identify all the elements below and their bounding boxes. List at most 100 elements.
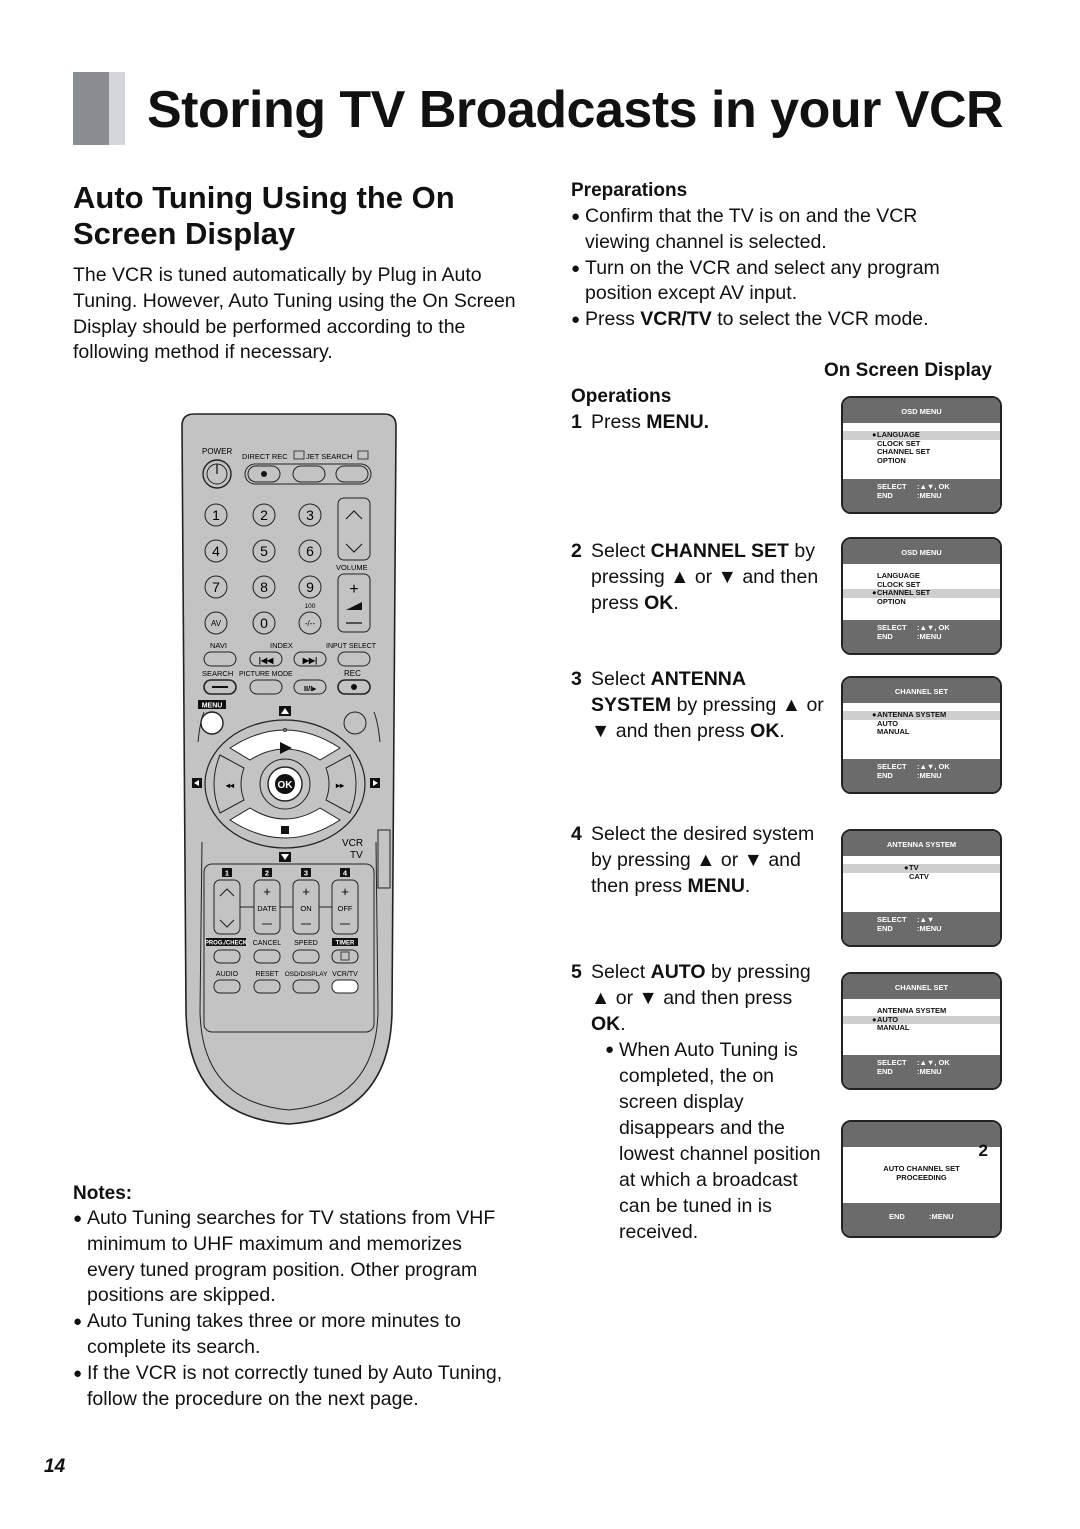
- step-5: 5 Select AUTO by pressing ▲ or ▼ and then…: [571, 959, 826, 1245]
- step-text-run: Select: [591, 540, 651, 562]
- bullet-icon: ●: [73, 1313, 83, 1331]
- index-label: INDEX: [270, 641, 293, 650]
- cancel-button[interactable]: [253, 949, 281, 964]
- step-instruction: Select the desired system by pressing ▲ …: [591, 821, 826, 899]
- program-rocker[interactable]: [213, 879, 241, 935]
- osd-footer: SELECT:▲▼, OK END:MENU: [843, 620, 1000, 653]
- digit-label: 2: [260, 507, 268, 523]
- volume-label: VOLUME: [336, 563, 368, 572]
- osd-menu-item-label: OPTION: [877, 455, 906, 465]
- digit-label: -/--: [305, 619, 316, 628]
- step-text-run: Press: [591, 411, 647, 433]
- page-title: Storing TV Broadcasts in your VCR: [147, 81, 1004, 139]
- digit-label: 4: [212, 543, 220, 559]
- picture-mode-button[interactable]: [249, 679, 283, 695]
- osd-footer-key: END: [889, 1212, 905, 1221]
- page-number: 14: [44, 1456, 66, 1477]
- reset-button[interactable]: [253, 979, 281, 994]
- osd-screen-channel-set: CHANNEL SET ●ANTENNA SYSTEM AUTO MANUAL SELE…: [841, 676, 1002, 794]
- step-text-run: Select: [591, 961, 651, 983]
- timer-label: TIMER: [336, 941, 355, 947]
- preparation-item: ● Confirm that the TV is on and the VCR v…: [571, 204, 971, 256]
- osd-header: OSD MENU: [843, 398, 1000, 423]
- record-icon: [351, 684, 357, 690]
- note-item: ● Auto Tuning takes three or more minutes…: [73, 1309, 513, 1361]
- remote-control-illustration: POWER DIRECT REC JET SEARCH 1 2 3 4 5 6 7 8 9 AV 0…: [181, 413, 397, 1125]
- jet-search-forward-button[interactable]: [335, 465, 369, 483]
- step-text: Select the desired system by pressing ▲ …: [591, 821, 826, 899]
- menu-button[interactable]: [200, 711, 224, 735]
- timer-slot-label: 3: [304, 869, 308, 878]
- step-text: Select AUTO by pressing ▲ or ▼ and then …: [591, 959, 826, 1245]
- timer-slot-label: 2: [265, 869, 269, 878]
- osd-header: ANTENNA SYSTEM: [843, 831, 1000, 856]
- digit-label: 0: [260, 615, 268, 631]
- osd-body: ●ANTENNA SYSTEM AUTO MANUAL: [843, 703, 1000, 763]
- digit-label: 3: [306, 507, 314, 523]
- osd-footer-line: END:MENU: [877, 770, 942, 780]
- step-keyword: OK: [644, 592, 674, 614]
- speed-button[interactable]: [292, 949, 320, 964]
- osd-screen-osd-menu: OSD MENU ●LANGUAGE CLOCK SET CHANNEL SET OPT…: [841, 396, 1002, 514]
- osd-body: 2 AUTO CHANNEL SET PROCEEDING: [843, 1142, 1000, 1207]
- step-text: Select ANTENNA SYSTEM by pressing ▲ or ▼…: [591, 666, 826, 744]
- preparations-list: ● Confirm that the TV is on and the VCR v…: [571, 204, 971, 333]
- osd-menu-item: OPTION: [843, 455, 1000, 466]
- note-item: ● Auto Tuning searches for TV stations fr…: [73, 1206, 513, 1309]
- digit-label: 8: [260, 579, 268, 595]
- osd-header: CHANNEL SET: [843, 678, 1000, 703]
- step-2: 2 Select CHANNEL SET by pressing ▲ or ▼ a…: [571, 538, 826, 616]
- osd-footer: END:MENU: [843, 1203, 1000, 1236]
- date-label: DATE: [257, 904, 276, 913]
- navi-button[interactable]: [203, 651, 237, 667]
- osd-footer: SELECT:▲▼, OK END:MENU: [843, 759, 1000, 792]
- navi-label: NAVI: [210, 641, 227, 650]
- title-accent-bar-light: [109, 72, 125, 145]
- stop-icon: [281, 826, 289, 834]
- jet-search-label: JET SEARCH: [306, 452, 353, 461]
- osd-menu-item: ●LANGUAGE: [843, 430, 1000, 440]
- step-text-run: .: [744, 875, 751, 897]
- tv-label: TV: [350, 850, 363, 861]
- bullet-icon: ●: [73, 1364, 83, 1382]
- step-number: 4: [571, 823, 582, 845]
- step-number: 5: [571, 961, 582, 983]
- plus-icon: +: [349, 581, 358, 598]
- osd-menu-item-label: OPTION: [877, 596, 906, 606]
- audio-button[interactable]: [213, 979, 241, 994]
- step-3: 3 Select ANTENNA SYSTEM by pressing ▲ or …: [571, 666, 826, 744]
- menu-label: MENU: [202, 703, 223, 710]
- step-keyword: MENU.: [646, 411, 710, 433]
- vcr-tv-button[interactable]: [331, 979, 359, 994]
- osd-menu-item: ●ANTENNA SYSTEM: [843, 710, 1000, 720]
- osd-footer-line: END:MENU: [889, 1212, 954, 1221]
- skip-back-icon: |◀◀: [259, 656, 274, 665]
- osd-header: OSD MENU: [843, 539, 1000, 564]
- exit-button[interactable]: [343, 711, 367, 735]
- svg-text:+: +: [341, 884, 349, 899]
- osd-display-label: OSD/DISPLAY: [285, 971, 329, 978]
- step-number: 1: [571, 411, 582, 433]
- title-accent-bar-dark: [73, 72, 109, 145]
- step-keyword: MENU: [687, 875, 745, 897]
- on-label: ON: [300, 904, 311, 913]
- step-instruction: Select AUTO by pressing ▲ or ▼ and then …: [591, 959, 826, 1037]
- digit-label: AV: [211, 619, 222, 628]
- osd-display-button[interactable]: [292, 979, 320, 994]
- osd-header: [843, 1122, 1000, 1147]
- ok-label: OK: [278, 780, 294, 791]
- intro-paragraph: The VCR is tuned automatically by Plug i…: [73, 264, 516, 364]
- step-text-run: Select: [591, 668, 651, 690]
- picture-mode-label: PICTURE MODE: [239, 671, 293, 678]
- osd-footer-line: END:MENU: [877, 490, 942, 500]
- osd-screen-channel-set-auto: CHANNEL SET ANTENNA SYSTEM ●AUTO MANUAL SELE…: [841, 972, 1002, 1090]
- digit-label: 9: [306, 579, 314, 595]
- step-instruction: Select ANTENNA SYSTEM by pressing ▲ or ▼…: [591, 666, 826, 744]
- input-select-button[interactable]: [337, 651, 371, 667]
- channel-rocker[interactable]: [337, 497, 371, 561]
- prog-check-button[interactable]: [213, 949, 241, 964]
- osd-body: ●TV CATV: [843, 856, 1000, 916]
- vcr-tv-switch[interactable]: [377, 829, 391, 889]
- jet-search-rewind-button[interactable]: [292, 465, 326, 483]
- osd-menu-item: MANUAL: [843, 1023, 1000, 1033]
